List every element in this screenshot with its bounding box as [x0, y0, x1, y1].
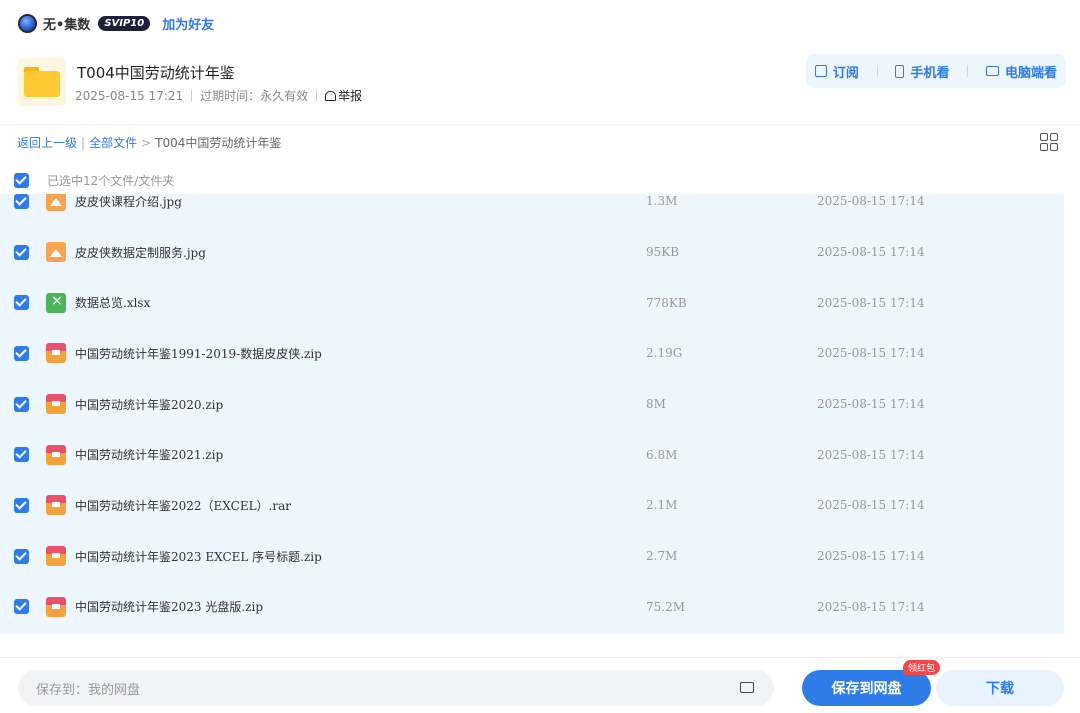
breadcrumb-separator: |: [81, 135, 86, 150]
file-name[interactable]: 中国劳动统计年鉴1991-2019-数据皮皮侠.zip: [75, 345, 322, 362]
row-checkbox[interactable]: [14, 295, 29, 311]
select-all-bar: 已选中12个文件/文件夹: [14, 172, 174, 189]
desktop-view-label: 电脑端看: [1005, 65, 1058, 81]
subscribe-label: 订阅: [832, 65, 859, 81]
file-name[interactable]: 数据总览.xlsx: [75, 294, 150, 311]
file-name[interactable]: 皮皮侠课程介绍.jpg: [75, 194, 182, 210]
file-size: 2.1M: [646, 498, 678, 513]
file-size: 778KB: [646, 295, 687, 310]
file-list[interactable]: 皮皮侠课程介绍.jpg 1.3M 2025-08-15 17:14 皮皮侠数据定…: [0, 194, 1064, 634]
file-size: 2.19G: [646, 346, 683, 361]
file-date: 2025-08-15 17:14: [817, 498, 925, 513]
brand-logo-icon[interactable]: [18, 13, 37, 33]
mobile-view-button[interactable]: 手机看: [895, 62, 949, 81]
row-checkbox[interactable]: [14, 194, 29, 209]
row-checkbox[interactable]: [14, 599, 29, 615]
file-date: 2025-08-15 17:14: [817, 397, 925, 412]
monitor-icon: [986, 66, 1000, 76]
archive-file-icon: [46, 394, 66, 415]
file-date: 2025-08-15 17:14: [817, 549, 925, 564]
subscribe-button[interactable]: 订阅: [814, 62, 859, 81]
file-size: 8M: [646, 397, 666, 412]
file-date: 2025-08-15 17:14: [817, 194, 925, 209]
list-item[interactable]: 中国劳动统计年鉴2020.zip 8M 2025-08-15 17:14: [0, 379, 1064, 430]
save-path-field[interactable]: 保存到：我的网盘: [18, 670, 774, 706]
archive-file-icon: [46, 444, 66, 465]
mobile-view-label: 手机看: [910, 65, 950, 81]
subscribe-icon: [814, 65, 827, 77]
desktop-view-button[interactable]: 电脑端看: [986, 62, 1057, 81]
file-date: 2025-08-15 17:14: [817, 599, 925, 614]
row-checkbox[interactable]: [14, 396, 29, 412]
back-link[interactable]: 返回上一级: [17, 134, 77, 151]
file-name[interactable]: 中国劳动统计年鉴2022（EXCEL）.rar: [75, 497, 291, 514]
report-label: 举报: [338, 89, 363, 103]
list-item[interactable]: 皮皮侠课程介绍.jpg 1.3M 2025-08-15 17:14: [0, 194, 1064, 227]
archive-file-icon: [46, 546, 66, 567]
archive-file-icon: [46, 343, 66, 364]
vip-badge: SVIP10: [98, 15, 151, 31]
file-size: 75.2M: [646, 599, 686, 614]
list-item[interactable]: 中国劳动统计年鉴2021.zip 6.8M 2025-08-15 17:14: [0, 429, 1064, 480]
file-name[interactable]: 中国劳动统计年鉴2021.zip: [75, 446, 223, 463]
expire-text: 过期时间：永久有效: [200, 89, 309, 103]
file-date: 2025-08-15 17:14: [817, 245, 925, 260]
row-checkbox[interactable]: [14, 548, 29, 564]
list-item[interactable]: 中国劳动统计年鉴2023 光盘版.zip 75.2M 2025-08-15 17…: [0, 582, 1064, 633]
brand-name[interactable]: 无•集数: [43, 14, 90, 33]
all-files-link[interactable]: 全部文件: [89, 134, 137, 151]
list-item[interactable]: 皮皮侠数据定制服务.jpg 95KB 2025-08-15 17:14: [0, 227, 1064, 278]
add-friend-link[interactable]: 加为好友: [162, 14, 214, 33]
list-item[interactable]: 中国劳动统计年鉴1991-2019-数据皮皮侠.zip 2.19G 2025-0…: [0, 328, 1064, 379]
file-date: 2025-08-15 17:14: [817, 295, 925, 310]
top-bar: 无•集数 SVIP10 加为好友: [0, 0, 1080, 46]
breadcrumb-arrow: >: [141, 135, 152, 150]
list-item[interactable]: 中国劳动统计年鉴2022（EXCEL）.rar 2.1M 2025-08-15 …: [0, 480, 1064, 531]
row-checkbox[interactable]: [14, 447, 29, 463]
save-path-label: 保存到：我的网盘: [36, 682, 141, 698]
file-size: 2.7M: [646, 549, 678, 564]
file-size: 95KB: [646, 245, 680, 260]
row-checkbox[interactable]: [14, 345, 29, 361]
breadcrumb: 返回上一级 | 全部文件 > T004中国劳动统计年鉴: [17, 134, 281, 151]
file-date: 2025-08-15 17:14: [817, 447, 925, 462]
archive-file-icon: [46, 596, 66, 617]
share-title: T004中国劳动统计年鉴: [77, 64, 235, 82]
image-file-icon: [46, 194, 66, 212]
divider: [967, 65, 969, 77]
view-actions: 订阅 手机看 电脑端看: [806, 54, 1066, 88]
selection-count: 已选中12个文件/文件夹: [47, 174, 175, 188]
share-date: 2025-08-15 17:21: [75, 88, 184, 103]
image-file-icon: [46, 242, 66, 263]
list-item[interactable]: 数据总览.xlsx 778KB 2025-08-15 17:14: [0, 277, 1064, 328]
phone-icon: [895, 64, 905, 78]
download-button[interactable]: 下载: [936, 670, 1064, 706]
share-meta: 2025-08-15 17:21 过期时间：永久有效 举报: [75, 87, 362, 104]
archive-file-icon: [46, 495, 66, 516]
list-item[interactable]: 中国劳动统计年鉴2023 EXCEL 序号标题.zip 2.7M 2025-08…: [0, 531, 1064, 582]
file-name[interactable]: 中国劳动统计年鉴2023 EXCEL 序号标题.zip: [75, 548, 322, 565]
share-header: T004中国劳动统计年鉴 2025-08-15 17:21 过期时间：永久有效 …: [0, 50, 1080, 116]
save-to-drive-button[interactable]: 保存到网盘: [802, 670, 931, 706]
divider: [0, 124, 1080, 125]
row-checkbox[interactable]: [14, 244, 29, 260]
file-name[interactable]: 中国劳动统计年鉴2023 光盘版.zip: [75, 598, 263, 615]
red-packet-badge[interactable]: 领红包: [903, 660, 941, 675]
breadcrumb-current: T004中国劳动统计年鉴: [155, 136, 282, 150]
file-name[interactable]: 中国劳动统计年鉴2020.zip: [75, 396, 223, 413]
grid-view-icon[interactable]: [1040, 133, 1058, 151]
select-all-checkbox[interactable]: [14, 173, 29, 188]
divider: [876, 65, 878, 77]
report-button[interactable]: 举报: [325, 87, 362, 104]
alarm-icon: [325, 90, 337, 101]
folder-icon: [18, 58, 66, 106]
divider: [0, 657, 1080, 658]
row-checkbox[interactable]: [14, 497, 29, 513]
file-size: 6.8M: [646, 447, 678, 462]
file-name[interactable]: 皮皮侠数据定制服务.jpg: [75, 244, 206, 261]
folder-picker-icon[interactable]: [740, 682, 754, 693]
file-date: 2025-08-15 17:14: [817, 346, 925, 361]
file-size: 1.3M: [646, 194, 678, 209]
excel-file-icon: [46, 292, 66, 313]
